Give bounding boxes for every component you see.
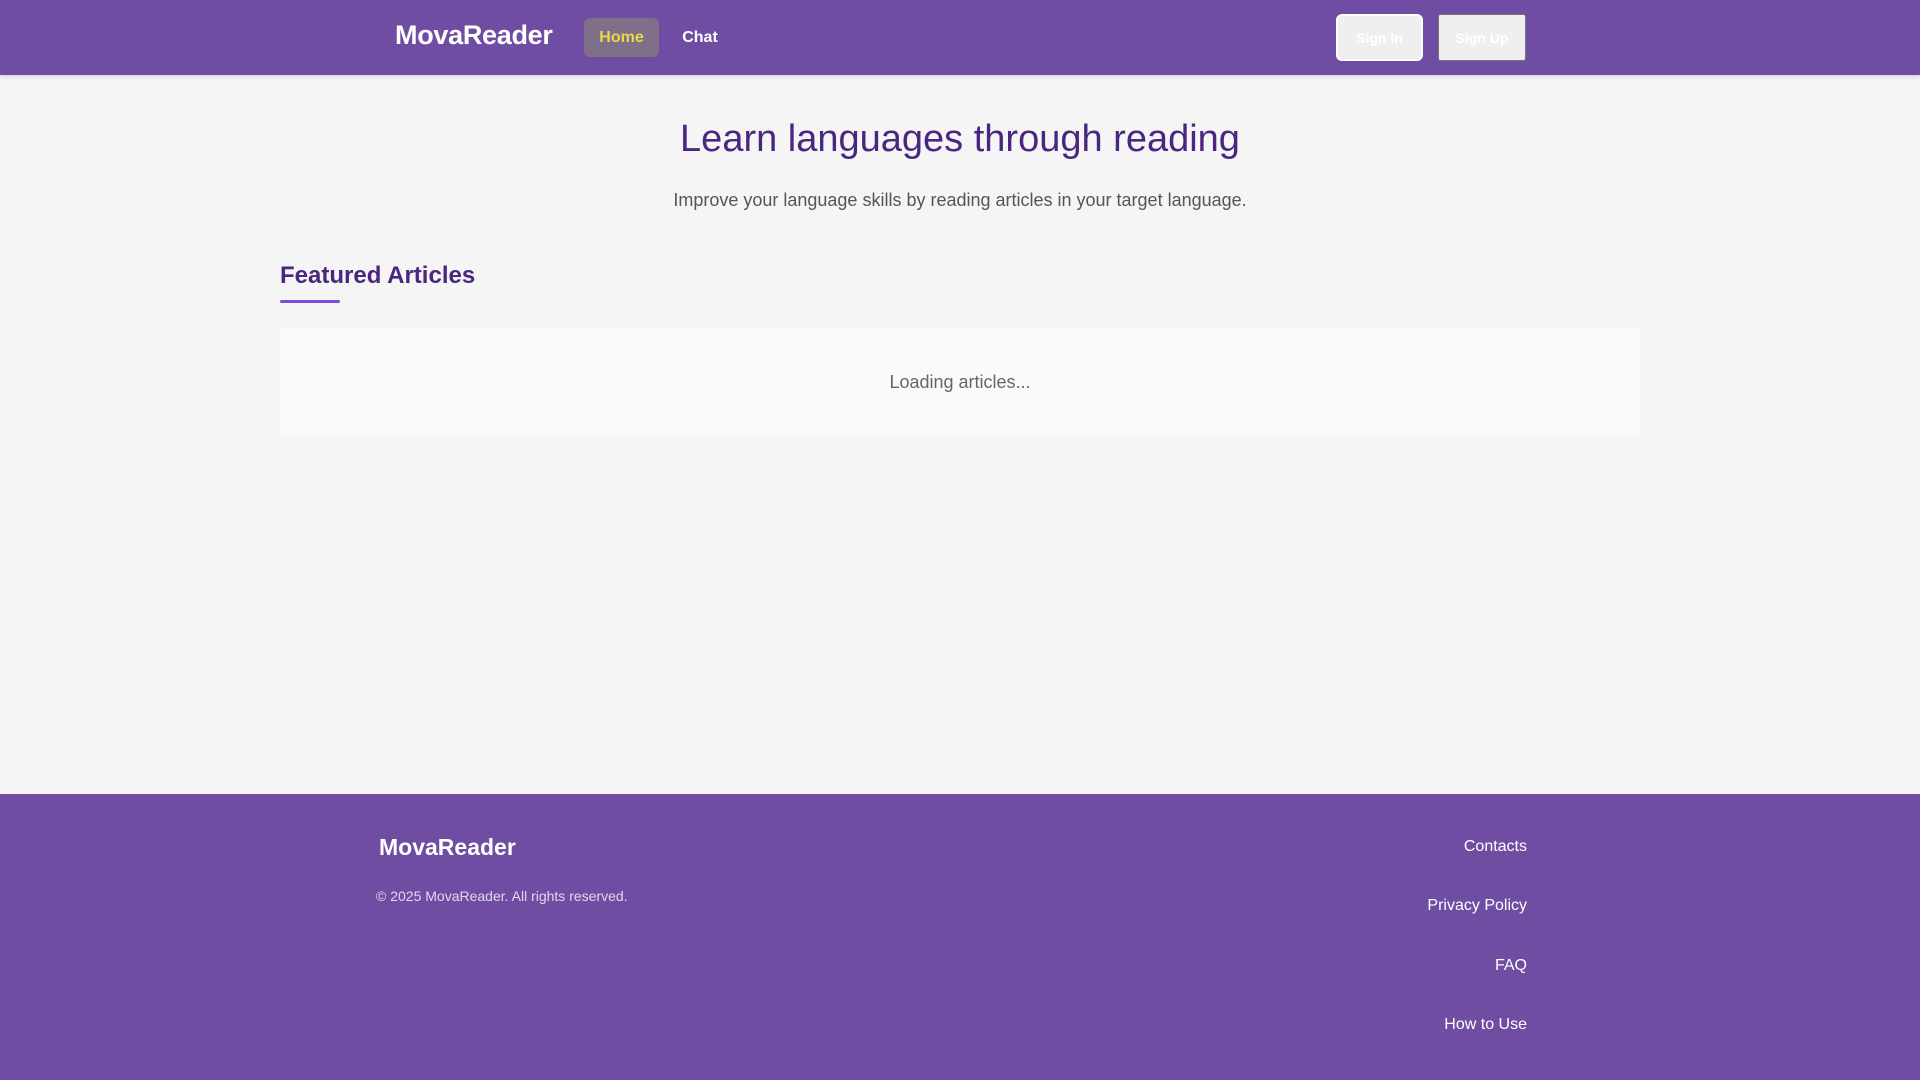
- footer-link-privacy-policy[interactable]: Privacy Policy: [1427, 897, 1527, 915]
- articles-loading-panel: Loading articles...: [280, 328, 1640, 436]
- footer-link-contacts[interactable]: Contacts: [1464, 838, 1527, 856]
- section-title-underline: [280, 300, 340, 303]
- footer-copyright: © 2025 MovaReader. All rights reserved.: [376, 888, 628, 904]
- sign-up-button[interactable]: Sign Up: [1438, 14, 1526, 61]
- site-footer: MovaReader © 2025 MovaReader. All rights…: [0, 794, 1920, 1080]
- footer-link-how-to-use[interactable]: How to Use: [1444, 1016, 1527, 1034]
- nav-chat[interactable]: Chat: [670, 18, 730, 57]
- sign-in-button[interactable]: Sign In: [1336, 14, 1423, 61]
- site-header: MovaReader Home Chat Sign In Sign Up: [0, 0, 1920, 75]
- hero-title: Learn languages through reading: [680, 118, 1240, 160]
- footer-brand: MovaReader: [379, 834, 516, 860]
- loading-text: Loading articles...: [889, 371, 1031, 392]
- brand-logo[interactable]: MovaReader: [395, 20, 553, 51]
- hero-subtitle: Improve your language skills by reading …: [673, 190, 1247, 210]
- featured-articles-title: Featured Articles: [280, 262, 476, 289]
- footer-link-faq[interactable]: FAQ: [1495, 957, 1527, 975]
- nav-home[interactable]: Home: [584, 18, 659, 57]
